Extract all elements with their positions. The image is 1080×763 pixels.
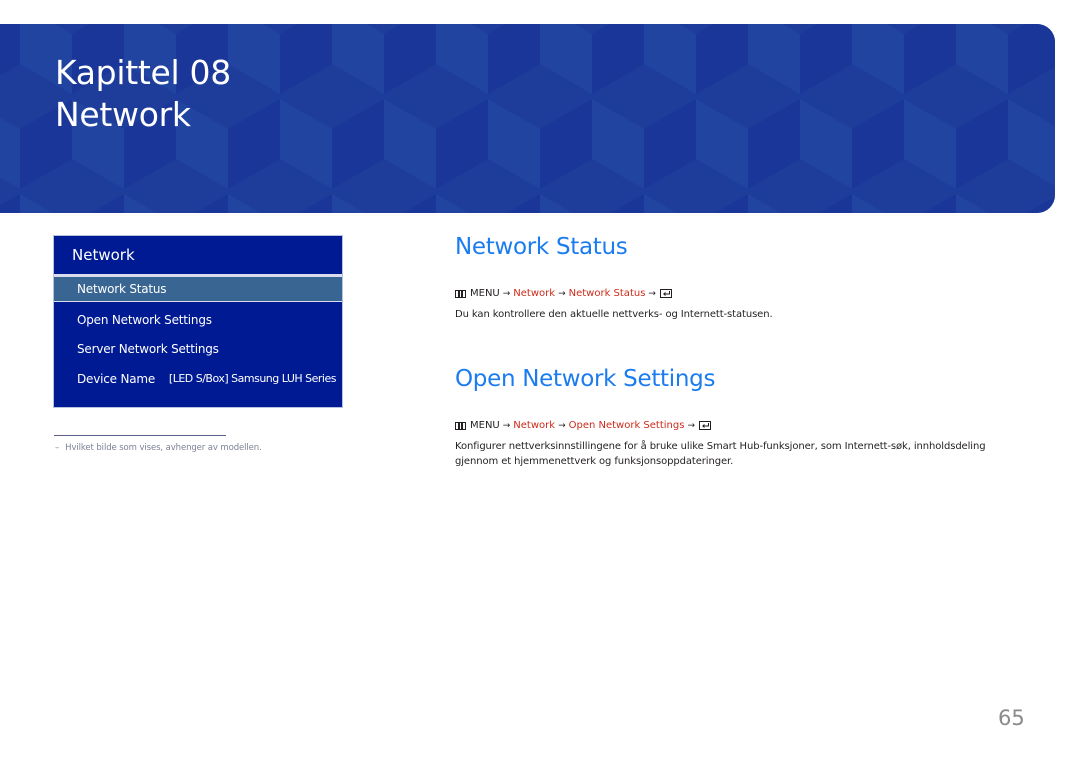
menu-item-value: [LED S/Box] Samsung LUH Series <box>168 372 337 385</box>
cube-face <box>956 194 989 213</box>
arrow-icon: → <box>648 288 656 299</box>
menu-item-label: Open Network Settings <box>77 313 212 327</box>
menu-path-root: MENU <box>470 420 500 431</box>
cube-face <box>923 194 956 213</box>
enter-icon <box>659 289 672 298</box>
chapter-heading: Kapittel 08 Network <box>55 52 231 136</box>
menu-icon <box>455 289 466 298</box>
cube-face <box>748 24 800 94</box>
cube-face <box>299 194 332 213</box>
chapter-banner: Kapittel 08 Network <box>0 24 1055 213</box>
cube-face <box>852 194 885 213</box>
footnote-rule <box>54 435 226 436</box>
arrow-icon: → <box>558 420 566 431</box>
cube-face <box>507 194 540 213</box>
menu-path-step[interactable]: Network <box>513 420 555 431</box>
chapter-title: Network <box>55 95 191 134</box>
arrow-icon: → <box>687 420 695 431</box>
cube-face <box>852 99 904 189</box>
menu-header: Network <box>54 236 342 274</box>
cube-face <box>696 99 748 189</box>
section-title-open-network-settings: Open Network Settings <box>455 366 716 392</box>
cube-face <box>20 194 53 213</box>
cube-face <box>644 24 696 94</box>
cube-face <box>436 99 488 189</box>
footnote-dash: – <box>55 443 60 453</box>
arrow-icon: → <box>502 420 511 431</box>
cube-face <box>488 99 540 189</box>
cube-face <box>488 24 540 94</box>
cube-face <box>592 99 644 189</box>
menu-path-root: MENU <box>470 288 500 299</box>
chapter-number: Kapittel 08 <box>55 53 231 92</box>
cube-face <box>1008 99 1055 187</box>
section-body: Du kan kontrollere den aktuelle nettverk… <box>455 309 773 320</box>
cube-face <box>0 117 20 189</box>
cube-face <box>644 99 696 189</box>
cube-face <box>228 24 280 94</box>
cube-face <box>956 24 1008 94</box>
menu-path-step[interactable]: Network Status <box>569 288 646 299</box>
cube-face <box>195 194 228 213</box>
network-menu-panel: Network Network Status Open Network Sett… <box>54 236 342 407</box>
menu-item-label: Device Name <box>77 372 156 386</box>
cube-face <box>956 99 1008 189</box>
footnote-text: Hvilket bilde som vises, avhenger av mod… <box>65 443 262 453</box>
menu-item-label: Server Network Settings <box>77 342 219 356</box>
cube-face <box>332 194 365 213</box>
cube-face <box>611 194 644 213</box>
cube-face <box>696 24 748 94</box>
cube-face <box>540 194 573 213</box>
menu-item-label: Network Status <box>77 282 167 296</box>
menu-path-step[interactable]: Open Network Settings <box>569 420 685 431</box>
section-body: Konfigurer nettverksinnstillingene for å… <box>455 441 986 467</box>
cube-face <box>436 194 469 213</box>
menu-path-step[interactable]: Network <box>513 288 555 299</box>
section-title-network-status: Network Status <box>455 234 628 260</box>
arrow-icon: → <box>502 288 511 299</box>
cube-face <box>384 99 436 189</box>
menu-item-open-network-settings[interactable]: Open Network Settings <box>54 307 342 333</box>
menu-item-device-name[interactable]: Device Name [LED S/Box] Samsung LUH Seri… <box>54 366 342 392</box>
menu-item-network-status[interactable]: Network Status <box>54 276 342 302</box>
cube-face <box>332 99 384 189</box>
cube-face <box>1008 24 1055 94</box>
cube-face <box>1027 196 1055 213</box>
cube-face <box>748 99 800 189</box>
footnote: – Hvilket bilde som vises, avhenger av mo… <box>55 443 262 453</box>
cube-face <box>540 99 592 189</box>
cube-face <box>280 24 332 94</box>
cube-face <box>124 194 157 213</box>
cube-face <box>228 194 261 213</box>
cube-face <box>540 24 592 94</box>
cube-face <box>852 24 904 94</box>
cube-face <box>800 24 852 94</box>
cube-face <box>0 194 20 213</box>
cube-face <box>91 194 124 213</box>
cube-face <box>228 99 280 189</box>
menu-item-server-network-settings[interactable]: Server Network Settings <box>54 336 342 362</box>
cube-face <box>384 24 436 94</box>
cube-face <box>904 24 956 94</box>
menu-path: MENU → Network → Network Status → <box>455 288 672 299</box>
cube-face <box>800 99 852 189</box>
arrow-icon: → <box>558 288 566 299</box>
cube-face <box>592 24 644 94</box>
cube-face <box>332 24 384 94</box>
cube-face <box>819 194 852 213</box>
enter-icon <box>699 421 711 430</box>
cube-face <box>280 99 332 189</box>
page-number: 65 <box>998 706 1025 730</box>
menu-icon <box>455 421 466 430</box>
cube-face <box>748 194 781 213</box>
menu-path: MENU → Network → Open Network Settings → <box>455 420 711 431</box>
cube-face <box>436 24 488 94</box>
cube-face <box>715 194 748 213</box>
cube-face <box>644 194 677 213</box>
cube-face <box>403 194 436 213</box>
cube-face <box>0 24 20 76</box>
cube-face <box>904 99 956 189</box>
